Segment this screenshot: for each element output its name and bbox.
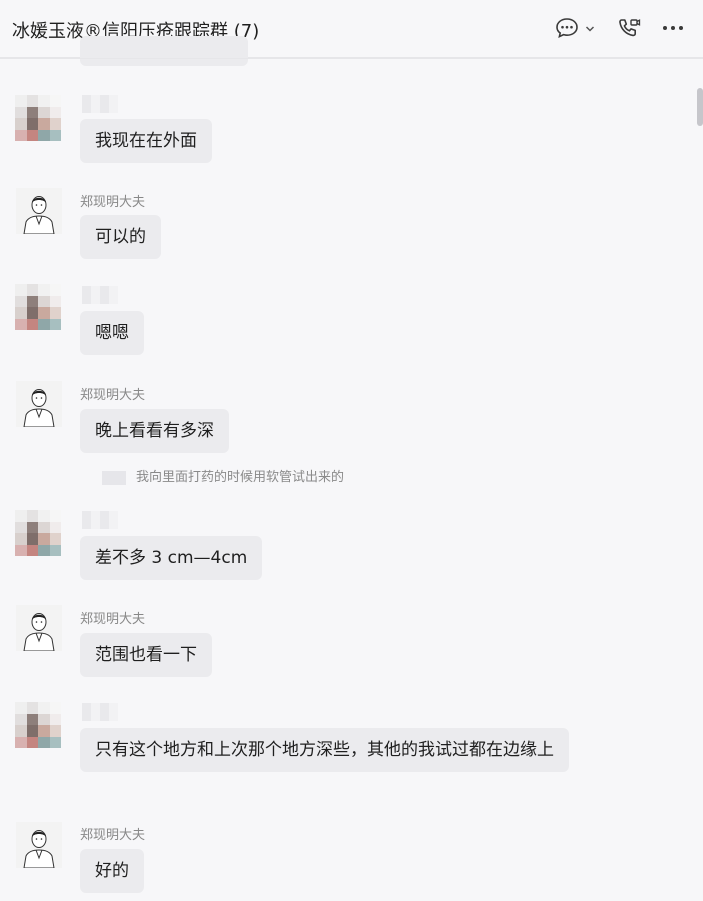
- doctor-name: 郑现明大夫: [80, 388, 146, 403]
- member-avatar[interactable]: [15, 510, 61, 556]
- message-bubble[interactable]: 晚上看看有多深: [80, 409, 229, 453]
- doctor-avatar-icon: [16, 822, 62, 868]
- doctor-name: 郑现明大夫: [80, 612, 146, 627]
- member-name-redacted: [82, 286, 118, 304]
- quote-sender-redacted: [102, 470, 126, 485]
- member-name-redacted: [82, 511, 118, 529]
- doctor-avatar[interactable]: [16, 188, 62, 234]
- quoted-message[interactable]: 我向里面打药的时候用软管试出来的: [102, 466, 344, 485]
- member-name-redacted: [82, 703, 118, 721]
- scrollbar-thumb[interactable]: [697, 88, 703, 126]
- member-avatar[interactable]: [15, 702, 61, 748]
- header-divider: [0, 58, 703, 59]
- message-bubble[interactable]: 我现在在外面: [80, 119, 212, 163]
- quote-text: 我向里面打药的时候用软管试出来的: [136, 470, 345, 485]
- video-call-icon[interactable]: [617, 17, 641, 39]
- message-bubble[interactable]: 差不多 3 cm—4cm: [80, 536, 263, 580]
- doctor-avatar[interactable]: [16, 381, 62, 427]
- doctor-name: 郑现明大夫: [80, 195, 146, 210]
- message-bubble[interactable]: 只有这个地方和上次那个地方深些，其他的我试过都在边缘上: [80, 728, 569, 772]
- member-name-redacted: [82, 95, 118, 113]
- doctor-avatar-icon: [16, 605, 62, 651]
- doctor-avatar[interactable]: [16, 605, 62, 651]
- doctor-avatar-icon: [16, 381, 62, 427]
- chat-bubble-icon[interactable]: [555, 17, 579, 39]
- message-bubble[interactable]: 嗯嗯: [80, 311, 144, 355]
- doctor-name: 郑现明大夫: [80, 828, 146, 843]
- doctor-avatar-icon: [16, 188, 62, 234]
- chevron-down-icon[interactable]: [585, 25, 595, 33]
- doctor-avatar[interactable]: [16, 822, 62, 868]
- message-bubble[interactable]: 可以的: [80, 215, 161, 259]
- member-avatar[interactable]: [15, 284, 61, 330]
- member-avatar[interactable]: [15, 95, 61, 141]
- more-icon[interactable]: [662, 24, 684, 32]
- message-bubble[interactable]: 范围也看一下: [80, 633, 212, 677]
- message-bubble[interactable]: 好的: [80, 849, 144, 893]
- previous-message-bubble: [80, 36, 248, 66]
